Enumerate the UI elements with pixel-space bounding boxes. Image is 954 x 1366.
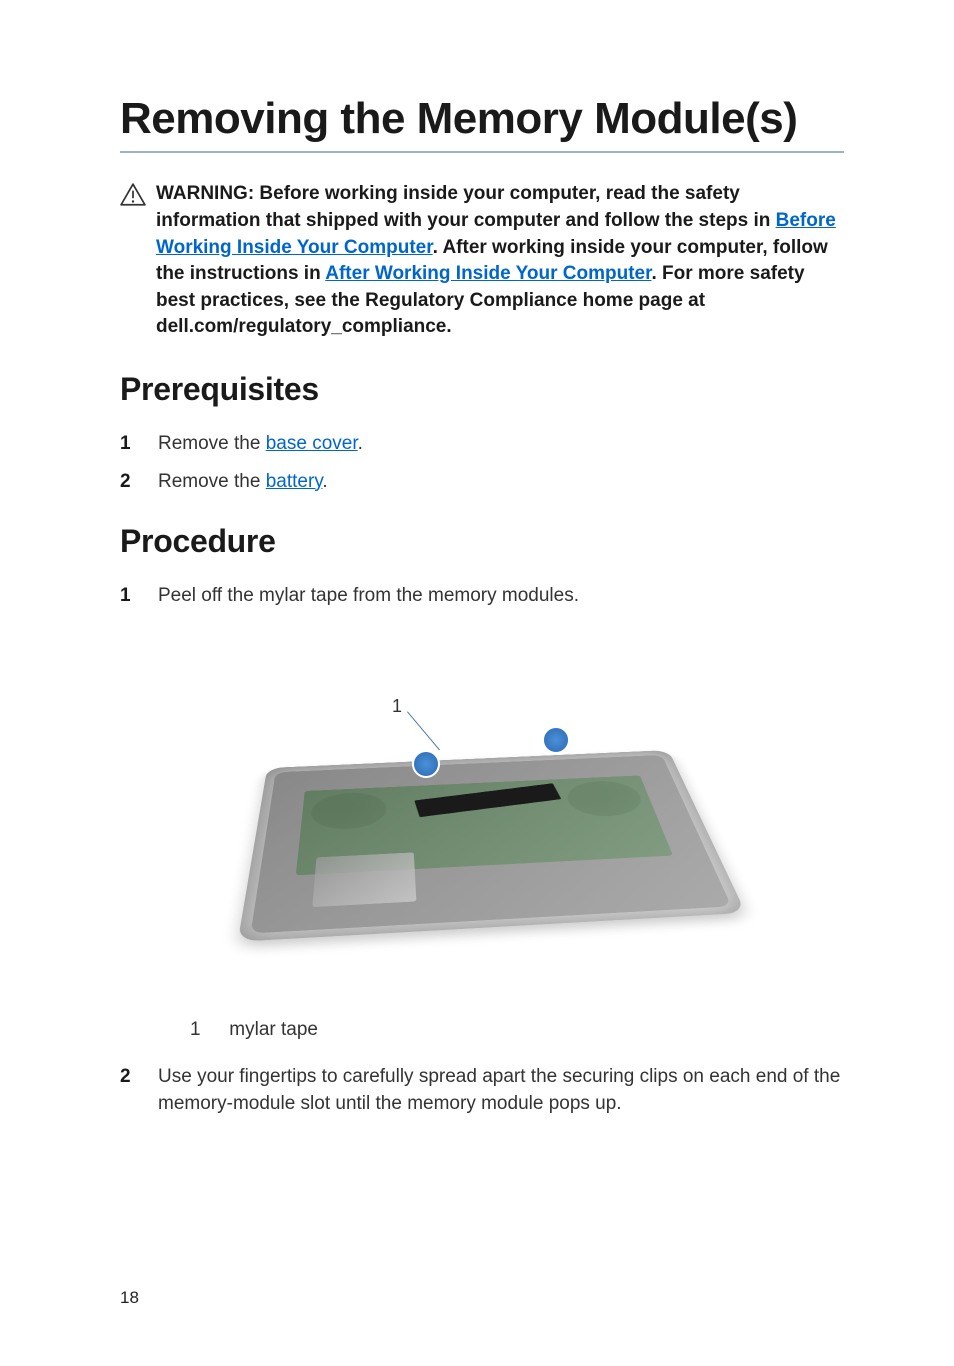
list-item: 2 Remove the battery. bbox=[120, 468, 844, 496]
list-item: 2 Use your fingertips to carefully sprea… bbox=[120, 1063, 844, 1118]
figure-legend: 1 mylar tape bbox=[190, 1019, 844, 1041]
after-working-link[interactable]: After Working Inside Your Computer bbox=[325, 263, 651, 284]
warning-icon bbox=[120, 183, 146, 212]
list-text: Remove the base cover. bbox=[158, 430, 844, 458]
peel-arrow-icon bbox=[412, 750, 440, 778]
battery-link[interactable]: battery bbox=[266, 471, 323, 492]
legend-number: 1 bbox=[190, 1019, 224, 1041]
prerequisites-heading: Prerequisites bbox=[120, 371, 844, 408]
peel-arrow-icon bbox=[542, 726, 570, 754]
warning-text: WARNING: Before working inside your comp… bbox=[156, 181, 844, 341]
procedure-list: 1 Peel off the mylar tape from the memor… bbox=[120, 582, 844, 610]
list-item: 1 Remove the base cover. bbox=[120, 430, 844, 458]
list-number: 2 bbox=[120, 468, 134, 496]
base-cover-link[interactable]: base cover bbox=[266, 433, 358, 454]
list-item: 1 Peel off the mylar tape from the memor… bbox=[120, 582, 844, 610]
list-number: 1 bbox=[120, 582, 134, 610]
figure-container: 1 bbox=[120, 638, 844, 1003]
prereq-pre: Remove the bbox=[158, 471, 266, 492]
prereq-post: . bbox=[322, 471, 327, 492]
list-text: Peel off the mylar tape from the memory … bbox=[158, 582, 844, 610]
warning-block: WARNING: Before working inside your comp… bbox=[120, 181, 844, 341]
procedure-list-cont: 2 Use your fingertips to carefully sprea… bbox=[120, 1063, 844, 1118]
laptop-internal-figure: 1 bbox=[237, 638, 727, 998]
list-number: 2 bbox=[120, 1063, 134, 1118]
legend-text: mylar tape bbox=[229, 1019, 318, 1040]
callout-number: 1 bbox=[392, 696, 402, 717]
prereq-pre: Remove the bbox=[158, 433, 266, 454]
list-text: Remove the battery. bbox=[158, 468, 844, 496]
page-title: Removing the Memory Module(s) bbox=[120, 95, 844, 153]
procedure-heading: Procedure bbox=[120, 523, 844, 560]
page-number: 18 bbox=[120, 1288, 139, 1308]
prereq-post: . bbox=[358, 433, 363, 454]
list-text: Use your fingertips to carefully spread … bbox=[158, 1063, 844, 1118]
list-number: 1 bbox=[120, 430, 134, 458]
prerequisites-list: 1 Remove the base cover. 2 Remove the ba… bbox=[120, 430, 844, 495]
warning-part1: WARNING: Before working inside your comp… bbox=[156, 183, 776, 231]
